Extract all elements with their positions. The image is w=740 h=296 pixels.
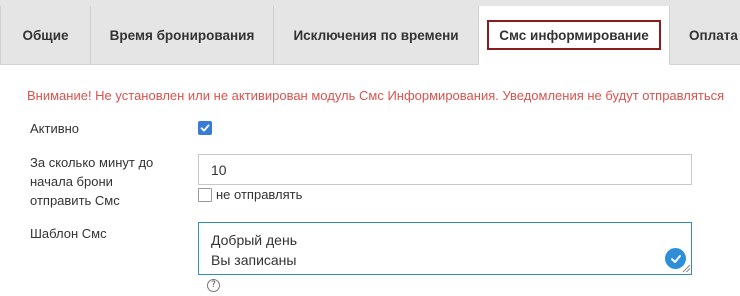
tab-label: Общие	[22, 27, 69, 43]
tab-label: Время бронирования	[109, 27, 255, 43]
check-icon	[200, 124, 210, 132]
sms-template-textarea[interactable]: Добрый день Вы записаны	[198, 222, 692, 275]
minutes-label-line: отправить Смс	[30, 193, 120, 208]
tab-sms-notifications[interactable]: Смс информирование	[479, 6, 670, 65]
template-line: Добрый день	[211, 232, 297, 248]
question-circle-icon[interactable]: ?	[207, 279, 220, 292]
tab-label: Смс информирование	[487, 20, 661, 50]
tab-payment[interactable]: Оплата	[670, 6, 740, 64]
active-checkbox[interactable]	[198, 121, 212, 135]
module-warning: Внимание! Не установлен или не активиров…	[27, 88, 725, 103]
tab-time-exceptions[interactable]: Исключения по времени	[274, 6, 479, 64]
dont-send-checkbox[interactable]	[198, 188, 212, 202]
dont-send-label[interactable]: не отправлять	[216, 187, 302, 202]
resize-grip-icon[interactable]	[682, 264, 691, 273]
tab-bar: Общие Время бронирования Исключения по в…	[0, 0, 740, 65]
template-label: Шаблон Смс	[30, 226, 107, 241]
minutes-label-line: За сколько минут до	[30, 155, 154, 170]
tab-general[interactable]: Общие	[0, 6, 91, 64]
tab-label: Оплата	[689, 27, 738, 43]
tab-label: Исключения по времени	[293, 27, 459, 43]
tab-booking-time[interactable]: Время бронирования	[91, 6, 274, 64]
template-line: Вы записаны	[211, 252, 297, 268]
active-label: Активно	[30, 121, 80, 136]
minutes-label-line: начала брони	[30, 174, 113, 189]
minutes-input[interactable]: 10	[198, 154, 692, 185]
minutes-label: За сколько минут до начала брони отправи…	[30, 153, 153, 210]
